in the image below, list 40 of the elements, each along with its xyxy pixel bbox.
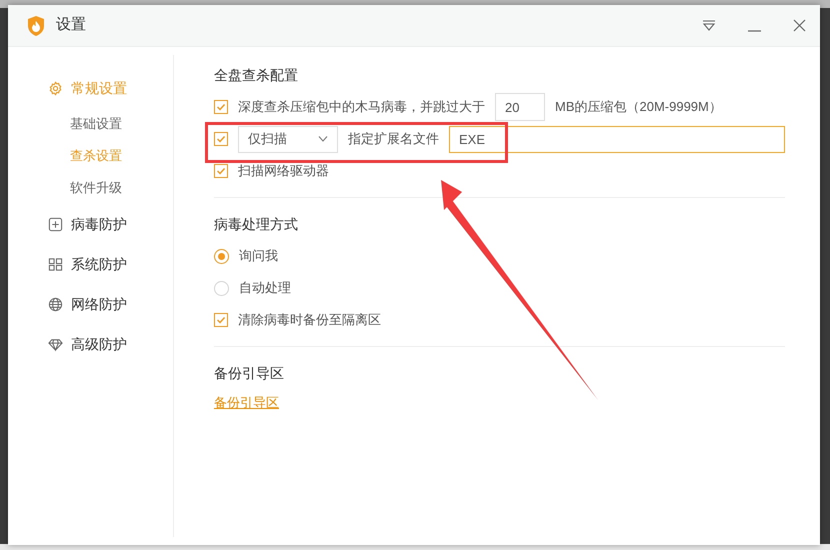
option-label: 自动处理 [239,279,291,298]
radio-button[interactable] [214,280,229,296]
diamond-icon [48,336,63,352]
sidebar-item[interactable]: 网络防护 [48,284,173,324]
sidebar-subitem[interactable]: 基础设置 [48,108,173,140]
checkbox[interactable] [214,164,228,178]
section-title: 备份引导区 [214,364,285,382]
size-input[interactable]: 20 [495,93,545,121]
checkmark-icon [216,134,226,144]
option-label: MB的压缩包（20M-9999M） [555,98,722,116]
minimize-icon[interactable] [748,30,761,32]
dropdown-menu-icon[interactable] [702,20,716,31]
checkbox[interactable] [214,132,228,146]
option-label: 指定扩展名文件 [348,130,439,148]
section-title: 全盘查杀配置 [214,66,299,84]
checkmark-icon [216,315,226,325]
settings-icon [48,80,63,96]
extension-input[interactable]: EXE [449,126,785,152]
shield-flame-icon [26,14,46,36]
window-title: 设置 [56,15,86,36]
option-label: 清除病毒时备份至隔离区 [238,311,381,330]
option-label: 询问我 [239,247,278,266]
grid-icon [48,256,63,272]
checkbox[interactable] [214,100,228,114]
globe-icon [48,296,63,312]
sidebar-item[interactable]: 病毒防护 [48,204,173,244]
close-icon[interactable] [793,19,806,32]
sidebar-item[interactable]: 高级防护 [48,324,173,364]
radio-button[interactable] [214,248,229,264]
sidebar-item[interactable]: 系统防护 [48,244,173,284]
sidebar-subitem[interactable]: 软件升级 [48,172,173,204]
option-label: 扫描网络驱动器 [238,162,329,180]
option-label: 深度查杀压缩包中的木马病毒，并跳过大于 [238,98,485,116]
checkmark-icon [216,102,226,112]
plus-square-icon [48,216,63,232]
checkmark-icon [216,166,226,176]
scan-mode-dropdown[interactable]: 仅扫描 [238,126,338,152]
section-title: 病毒处理方式 [214,214,299,234]
chevron-down-icon [318,136,328,142]
checkbox[interactable] [214,313,228,327]
